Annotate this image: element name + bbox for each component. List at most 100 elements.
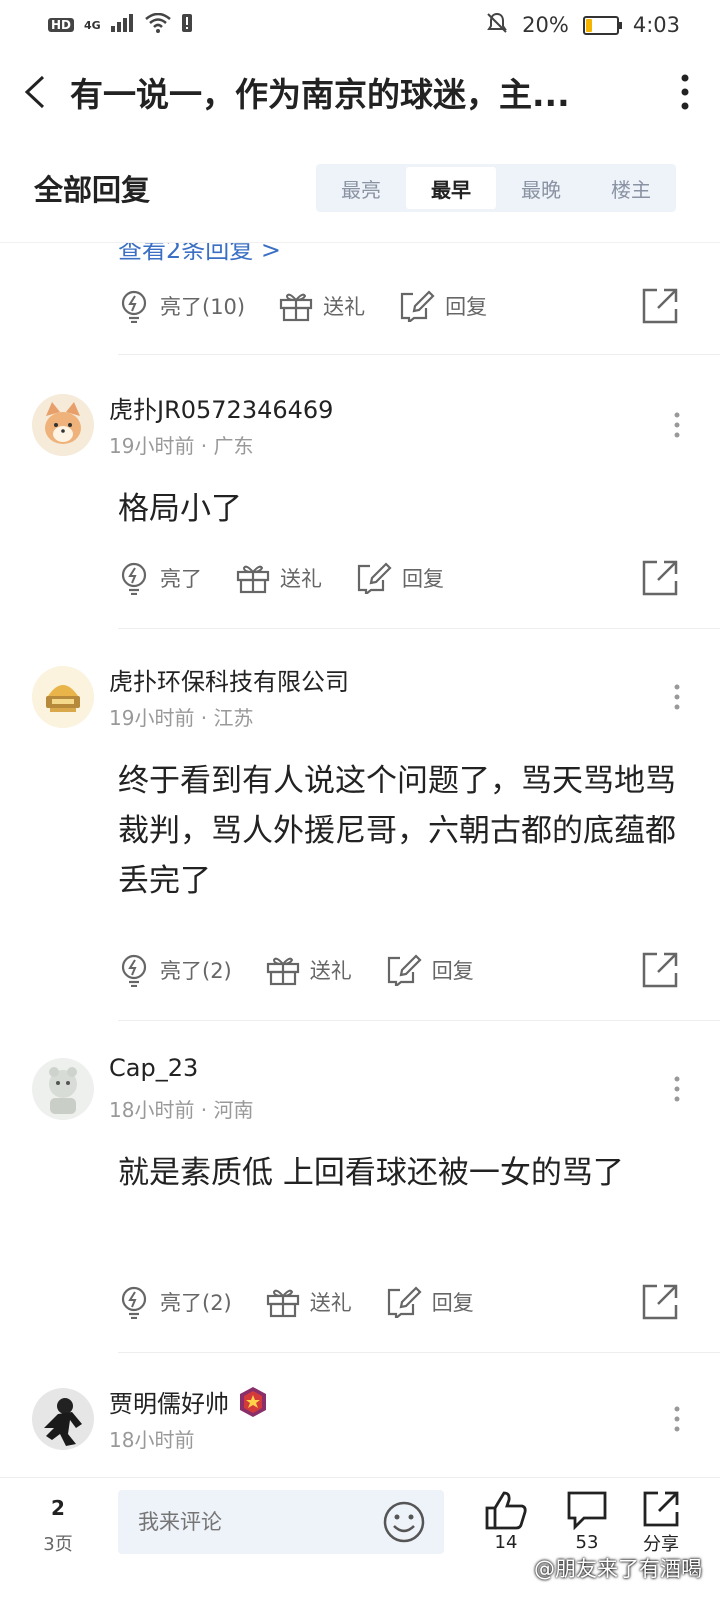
signal-icon [110,14,135,36]
more-vertical-icon [674,684,680,710]
gift-label: 送礼 [280,567,322,591]
edit-icon [387,1286,422,1318]
lightbulb-icon [121,562,147,595]
like-label: 亮了(2) [160,1291,232,1315]
battery-level [585,18,593,32]
wifi-icon [144,12,171,37]
like-count: 14 [494,1532,518,1553]
bottom-toolbar: 2 3页 14 53 分享 @朋友来了有酒喝 [0,1477,720,1601]
like-label: 亮了(10) [160,295,246,319]
badge-icon [240,1386,266,1417]
sort-option-brightest[interactable]: 最亮 [316,164,406,212]
avatar[interactable] [32,1058,94,1120]
more-vertical-icon [674,1076,680,1102]
share-icon [642,288,678,324]
reply-label: 回复 [402,567,444,591]
comment-meta: 19小时前 · 江苏 [109,706,254,730]
username[interactable]: 贾明儒好帅 [109,1384,229,1419]
sort-option-earliest[interactable]: 最早 [406,167,496,209]
hd-indicator: HD [48,18,75,32]
emoji-icon [383,1501,425,1543]
gift-button[interactable]: 送礼 [236,562,322,594]
gift-button[interactable]: 送礼 [266,954,352,986]
page-title: 有一说一，作为南京的球迷，主... [70,75,570,114]
sort-option-op[interactable]: 楼主 [586,164,676,212]
share-button[interactable] [642,952,678,993]
share-button[interactable] [642,288,678,329]
avatar[interactable] [32,394,94,456]
view-replies-link[interactable]: 查看2条回复 > [118,242,281,265]
avatar[interactable] [32,666,94,728]
edit-icon [401,290,435,322]
avatar[interactable] [32,1388,94,1450]
comment-input[interactable] [136,1509,380,1535]
comment-more-button[interactable] [674,1076,680,1106]
more-options-button[interactable] [650,74,720,110]
comment-meta: 18小时前 · 河南 [109,1098,254,1122]
comment-more-button[interactable] [674,1406,680,1436]
reply-button[interactable]: 回复 [399,290,487,322]
reply-label: 回复 [431,1291,474,1315]
share-button[interactable] [642,560,678,601]
username[interactable]: Cap_23 [109,1054,198,1082]
total-pages: 3页 [43,1534,73,1555]
reply-label: 回复 [431,959,474,983]
reply-button[interactable]: 回复 [386,1286,474,1318]
alert-icon [181,13,193,37]
reply-label: 回复 [445,295,488,319]
reply-button[interactable]: 回复 [386,954,474,986]
share-post-button[interactable]: 分享 [642,1490,680,1556]
username-row: 贾明儒好帅 [109,1384,269,1419]
username[interactable]: 虎扑JR0572346469 [109,390,333,425]
like-button[interactable]: 亮了(10) [118,289,245,323]
network-indicator: 4G [84,18,101,32]
sort-segmented-control: 最亮 最早 最晚 楼主 [316,164,676,212]
edit-icon [387,954,422,986]
top-nav: 有一说一，作为南京的球迷，主... [0,50,720,135]
more-vertical-icon [674,412,680,438]
emoji-button[interactable] [382,1500,426,1548]
share-icon [642,1284,678,1320]
reply-button[interactable]: 回复 [356,562,444,594]
gift-icon [236,565,270,594]
like-post-button[interactable]: 14 [484,1490,528,1553]
comment-more-button[interactable] [674,684,680,714]
share-icon [642,952,678,988]
current-page: 2 [51,1496,65,1520]
share-icon [642,560,678,596]
action-row: 亮了(2) 送礼 回复 [118,1278,678,1326]
battery-icon [582,15,622,35]
sort-bar: 全部回复 最亮 最早 最晚 楼主 [0,134,720,243]
sort-option-latest[interactable]: 最晚 [496,164,586,212]
comment-meta: 19小时前 · 广东 [109,434,254,458]
action-row: 亮了 送礼 回复 [118,554,678,602]
comment-input-box[interactable] [118,1490,444,1554]
more-vertical-icon [681,74,689,110]
gift-icon [280,293,313,322]
gift-label: 送礼 [309,1291,352,1315]
username[interactable]: 虎扑环保科技有限公司 [109,662,349,697]
lightbulb-icon [121,954,147,987]
divider [118,628,720,629]
comment-text: 格局小了 [118,491,242,527]
lightbulb-icon [121,1286,147,1319]
comment-more-button[interactable] [674,412,680,442]
more-vertical-icon [674,1406,680,1432]
clock: 4:03 [632,13,680,37]
like-label: 亮了(2) [160,959,232,983]
comment-text: 终于看到有人说这个问题了，骂天骂地骂裁判，骂人外援尼哥，六朝古都的底蕴都丢完了 [118,763,676,899]
reply-list: 查看2条回复 > 亮了(10) 送礼 回复 虎扑JR0572346469 19小… [0,242,720,1477]
like-button[interactable]: 亮了(2) [118,953,232,987]
like-button[interactable]: 亮了(2) [118,1285,232,1319]
gift-button[interactable]: 送礼 [279,290,365,322]
share-button[interactable] [642,1284,678,1325]
like-button[interactable]: 亮了 [118,561,202,595]
back-button[interactable] [0,74,70,110]
comments-button[interactable]: 53 [566,1490,608,1553]
page-indicator[interactable]: 2 3页 [30,1496,86,1556]
gift-label: 送礼 [309,959,352,983]
comment-meta: 18小时前 [109,1428,195,1452]
comment-bubble-icon [567,1491,607,1530]
edit-icon [357,562,392,594]
gift-button[interactable]: 送礼 [266,1286,352,1318]
